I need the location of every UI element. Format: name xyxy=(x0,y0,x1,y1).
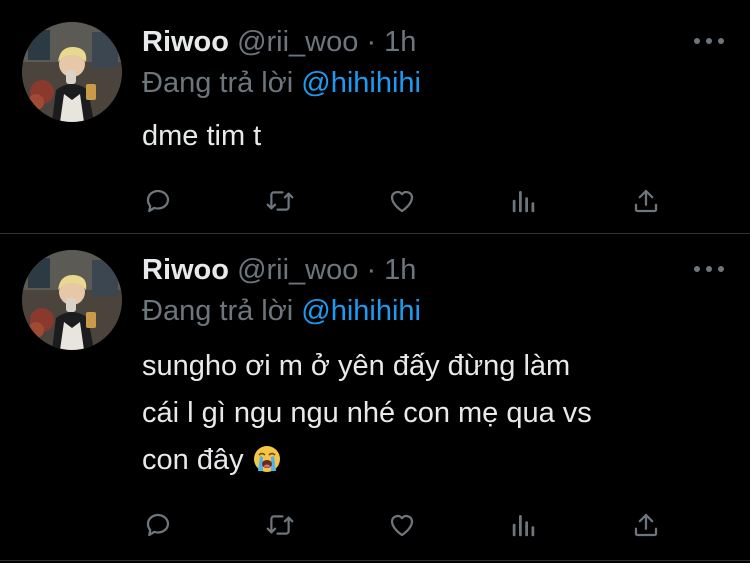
user-handle[interactable]: @rii_woo xyxy=(237,26,358,58)
display-name[interactable]: Riwoo xyxy=(142,254,229,286)
divider xyxy=(0,560,750,561)
tweet-text-last-line: con đây xyxy=(142,437,732,484)
tweet-text: sungho ơi m ở yên đấy đừng làm cái l gì … xyxy=(142,343,732,484)
reply-mention[interactable]: @hihihihi xyxy=(301,67,421,99)
tweet-text-line: sungho ơi m ở yên đấy đừng làm xyxy=(142,350,571,382)
avatar[interactable] xyxy=(22,250,122,350)
more-icon[interactable] xyxy=(694,36,724,46)
timestamp[interactable]: 1h xyxy=(384,26,416,58)
tweet[interactable]: Riwoo @rii_woo · 1h Đang trả lời @hihihi… xyxy=(0,0,750,234)
display-name[interactable]: Riwoo xyxy=(142,26,229,58)
analytics-icon[interactable] xyxy=(504,505,544,545)
retweet-icon[interactable] xyxy=(260,505,300,545)
reply-icon[interactable] xyxy=(138,505,178,545)
timestamp[interactable]: 1h xyxy=(384,254,416,286)
reply-mention[interactable]: @hihihihi xyxy=(301,295,421,327)
retweet-icon[interactable] xyxy=(260,181,300,221)
share-icon[interactable] xyxy=(626,505,666,545)
avatar[interactable] xyxy=(22,22,122,122)
tweet-text-line: dme tim t xyxy=(142,120,262,152)
reply-icon[interactable] xyxy=(138,181,178,221)
loudly-crying-face-emoji xyxy=(253,446,280,472)
tweet-text: dme tim t xyxy=(142,113,732,160)
tweet-header: Riwoo @rii_woo · 1h xyxy=(142,254,416,287)
separator-dot: · xyxy=(366,26,377,58)
action-bar xyxy=(136,181,676,221)
tweet-text-line: con đây xyxy=(142,444,244,476)
tweet-header: Riwoo @rii_woo · 1h xyxy=(142,26,416,59)
action-bar xyxy=(136,505,676,545)
reply-context: Đang trả lời @hihihihi xyxy=(142,295,421,328)
tweet-text-line: cái l gì ngu ngu nhé con mẹ qua vs xyxy=(142,397,592,429)
reply-prefix: Đang trả lời xyxy=(142,67,294,99)
share-icon[interactable] xyxy=(626,181,666,221)
reply-context: Đang trả lời @hihihihi xyxy=(142,67,421,100)
heart-icon[interactable] xyxy=(382,505,422,545)
heart-icon[interactable] xyxy=(382,181,422,221)
analytics-icon[interactable] xyxy=(504,181,544,221)
more-icon[interactable] xyxy=(694,264,724,274)
tweet[interactable]: Riwoo @rii_woo · 1h Đang trả lời @hihihi… xyxy=(0,234,750,563)
separator-dot: · xyxy=(366,254,377,286)
user-handle[interactable]: @rii_woo xyxy=(237,254,358,286)
reply-prefix: Đang trả lời xyxy=(142,295,294,327)
